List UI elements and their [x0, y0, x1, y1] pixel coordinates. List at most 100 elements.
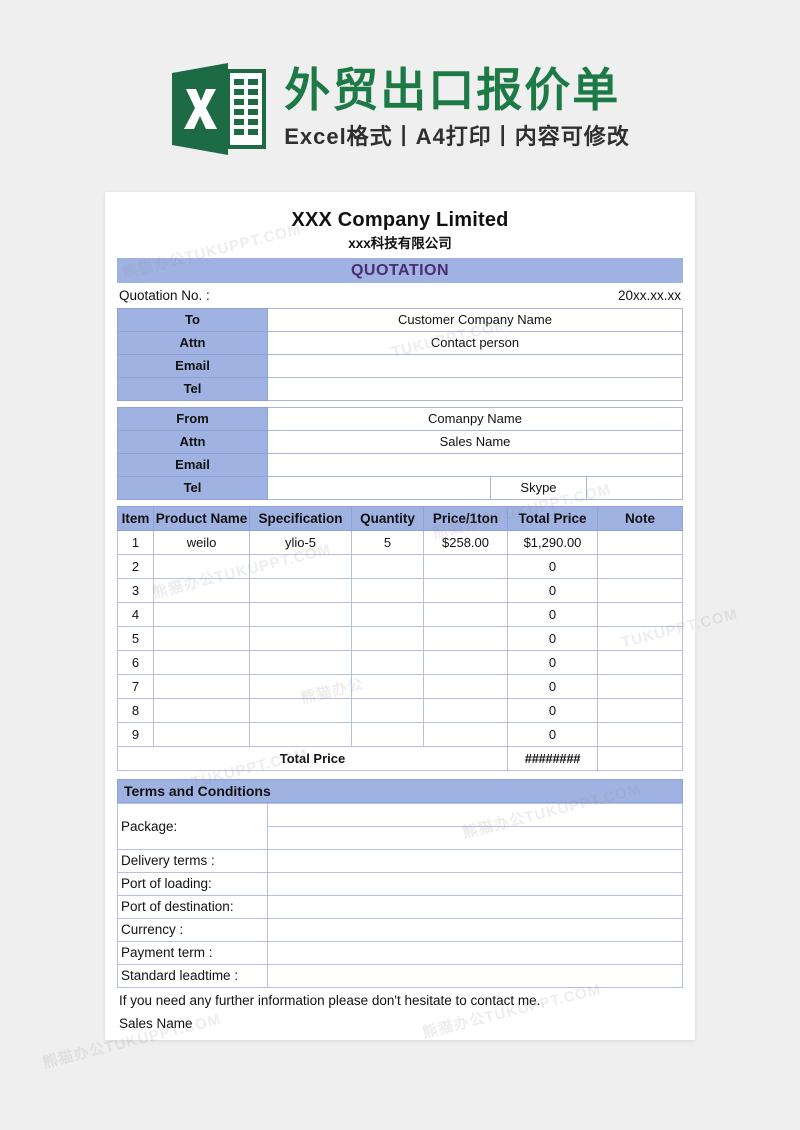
cell-price[interactable]	[423, 721, 508, 747]
cell-price[interactable]	[423, 697, 508, 723]
cell-qty[interactable]	[351, 553, 424, 579]
items-body: 1 weilo ylio-5 5 $258.00 $1,290.00 2 0 3…	[117, 529, 683, 771]
cell-product[interactable]	[153, 553, 250, 579]
from-value-skype-label: Skype	[489, 475, 587, 500]
col-header-total-price: Total Price	[507, 505, 598, 531]
cell-total: $1,290.00	[507, 529, 598, 555]
term-value-payment-term[interactable]	[267, 940, 683, 965]
cell-price[interactable]: $258.00	[423, 529, 508, 555]
cell-product[interactable]	[153, 601, 250, 627]
term-key-package: Package:	[117, 802, 268, 850]
from-value-email[interactable]	[267, 452, 683, 477]
table-row: Currency :	[117, 917, 683, 942]
cell-product[interactable]: weilo	[153, 529, 250, 555]
from-value-tel[interactable]	[267, 475, 491, 500]
cell-price[interactable]	[423, 601, 508, 627]
table-row: Port of loading:	[117, 871, 683, 896]
cell-qty[interactable]: 5	[351, 529, 424, 555]
quotation-band-title: QUOTATION	[117, 257, 683, 283]
term-key-delivery-terms: Delivery terms :	[117, 848, 268, 873]
cell-qty[interactable]	[351, 601, 424, 627]
cell-spec[interactable]	[249, 625, 352, 651]
from-value-skype[interactable]	[585, 475, 684, 500]
cell-spec[interactable]	[249, 601, 352, 627]
cell-qty[interactable]	[351, 577, 424, 603]
cell-note[interactable]	[597, 553, 683, 579]
to-value-to[interactable]: Customer Company Name	[267, 307, 683, 332]
to-value-email[interactable]	[267, 353, 683, 378]
cell-spec[interactable]: ylio-5	[249, 529, 352, 555]
to-value-tel[interactable]	[267, 376, 683, 401]
table-row: 8 0	[117, 697, 683, 723]
cell-total: 0	[507, 553, 598, 579]
items-total-row: Total Price ########	[117, 745, 683, 771]
cell-price[interactable]	[423, 577, 508, 603]
cell-spec[interactable]	[249, 649, 352, 675]
to-label-email: Email	[117, 353, 268, 378]
cell-spec[interactable]	[249, 721, 352, 747]
from-value-attn[interactable]: Sales Name	[267, 429, 683, 454]
cell-total: 0	[507, 649, 598, 675]
cell-total: 0	[507, 673, 598, 699]
term-value-port-of-destination[interactable]	[267, 894, 683, 919]
cell-price[interactable]	[423, 673, 508, 699]
cell-spec[interactable]	[249, 553, 352, 579]
cell-spec[interactable]	[249, 577, 352, 603]
cell-qty[interactable]	[351, 697, 424, 723]
cell-product[interactable]	[153, 673, 250, 699]
from-value-from[interactable]: Comanpy Name	[267, 406, 683, 431]
to-label-to: To	[117, 307, 268, 332]
cell-item: 1	[117, 529, 154, 555]
cell-note[interactable]	[597, 625, 683, 651]
cell-note[interactable]	[597, 529, 683, 555]
cell-spec[interactable]	[249, 697, 352, 723]
table-row: Standard leadtime :	[117, 963, 683, 988]
term-value-currency[interactable]	[267, 917, 683, 942]
cell-note[interactable]	[597, 697, 683, 723]
banner-subtitle: Excel格式丨A4打印丨内容可修改	[284, 123, 630, 149]
to-value-attn[interactable]: Contact person	[267, 330, 683, 355]
cell-price[interactable]	[423, 553, 508, 579]
cell-item: 8	[117, 697, 154, 723]
cell-note[interactable]	[597, 721, 683, 747]
from-block-table: From Comanpy Name Attn Sales Name Email …	[117, 406, 684, 500]
cell-price[interactable]	[423, 649, 508, 675]
col-header-price: Price/1ton	[423, 505, 508, 531]
term-value-package-b[interactable]	[267, 825, 683, 850]
table-row: Port of destination:	[117, 894, 683, 919]
table-row: Package:	[117, 802, 683, 850]
cell-product[interactable]	[153, 649, 250, 675]
excel-logo-icon	[170, 59, 267, 159]
cell-qty[interactable]	[351, 625, 424, 651]
cell-qty[interactable]	[351, 649, 424, 675]
cell-product[interactable]	[153, 577, 250, 603]
table-row: From Comanpy Name	[117, 406, 683, 431]
cell-qty[interactable]	[351, 721, 424, 747]
quotation-no-value: 20xx.xx.xx	[617, 287, 681, 303]
term-key-port-of-loading: Port of loading:	[117, 871, 268, 896]
cell-note[interactable]	[597, 649, 683, 675]
cell-qty[interactable]	[351, 673, 424, 699]
promo-banner: 外贸出口报价单 Excel格式丨A4打印丨内容可修改	[0, 46, 800, 171]
term-value-port-of-loading[interactable]	[267, 871, 683, 896]
term-key-port-of-destination: Port of destination:	[117, 894, 268, 919]
cell-spec[interactable]	[249, 673, 352, 699]
cell-total: 0	[507, 577, 598, 603]
cell-price[interactable]	[423, 625, 508, 651]
footer-sales-name: Sales Name	[119, 1016, 193, 1032]
term-value-package-a[interactable]	[267, 802, 683, 827]
cell-note[interactable]	[597, 673, 683, 699]
table-row: Email	[117, 452, 683, 477]
table-row: 9 0	[117, 721, 683, 747]
cell-product[interactable]	[153, 697, 250, 723]
total-price-label: Total Price	[117, 745, 508, 771]
cell-product[interactable]	[153, 721, 250, 747]
cell-note[interactable]	[597, 601, 683, 627]
to-label-attn: Attn	[117, 330, 268, 355]
term-value-standard-leadtime[interactable]	[267, 963, 683, 988]
spreadsheet-area: XXX Company Limited xxx科技有限公司 QUOTATION …	[117, 204, 684, 1035]
cell-note[interactable]	[597, 577, 683, 603]
cell-product[interactable]	[153, 625, 250, 651]
table-row: Tel Skype	[117, 475, 684, 500]
term-value-delivery-terms[interactable]	[267, 848, 683, 873]
